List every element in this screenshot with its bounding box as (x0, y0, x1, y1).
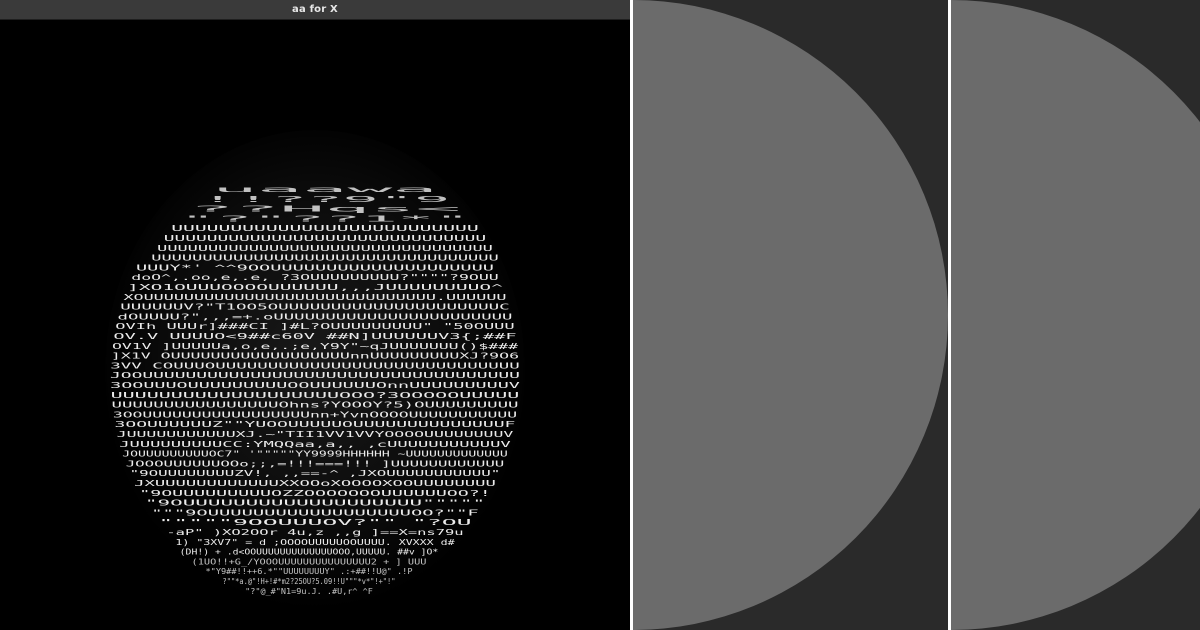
ascii-line: OVIh UUUr]###CI ]#L?OUUUUUUUUU" "50OUUU (115, 321, 515, 331)
right-panel-2 (951, 0, 1200, 630)
window-titlebar[interactable]: aa for X (0, 0, 630, 20)
ascii-art-canvas[interactable]: uaawa !!??9"9 ??Hqs< "?"??1*" UUUUUUUUUUUUUU… (0, 20, 630, 630)
ascii-line: UUUUUUV?"T1OO5OUUUUUUUUUUUUUUUUUUUUUC (120, 302, 510, 312)
ascii-line: UUUUUUUUUUUUUUUUUUUUUUUUUU (171, 223, 479, 233)
ascii-line: JUUUUUUUUUUUXJ.~"TII1VV1VVYOOOOUUUUUUUUV (117, 429, 514, 439)
right-panel-1 (633, 0, 948, 630)
ascii-line: "9OUUUUUUUUUUUUUUUUUUU""""" (145, 498, 485, 508)
ascii-line: "9OUUUUUUUUUOZZOOOOOOOUUUUUUOO?! (139, 488, 491, 498)
ascii-text-lines: uaawa!!??9"9??Hqs<"?"??1*"UUUUUUUUUUUUUU… (110, 184, 520, 596)
aa-window[interactable]: aa for X uaawa !!??9"9 ??Hqs< "?"??1*" UUUUU… (0, 0, 630, 630)
half-circle-graphic-2 (951, 0, 1200, 630)
ascii-line: JUUUUUUUUUCC:YMQQaa,a,, ,cUUUUUUUUUUUV (119, 439, 511, 449)
ascii-line: -aP" )XO2OOr 4u,z ,,g ]==X=ns79u (166, 527, 463, 537)
ascii-line: """9OUUUUUUUUUUUUUUUUUUOO?""F (151, 507, 479, 517)
ascii-line: 1) "3XV7" = d ;OOOOUUUUUOOUUUU. XVXXX d# (175, 537, 454, 547)
half-circle-graphic-1 (633, 0, 948, 630)
ascii-line: UUUUUUUUUUUUUUUUUUUUUUUUUUUUUUUUU (157, 243, 493, 253)
window-title: aa for X (292, 3, 338, 15)
half-circle-shape-1 (633, 0, 948, 630)
ascii-line: !!??9"9 (200, 194, 451, 204)
ascii-line: ??Hqs< (189, 204, 462, 214)
ascii-line: (1UO!!+G_/YOOOUUUUUUUUUUUUUUU2 + ] UUU (192, 556, 427, 566)
ascii-line: JOUUUUUUUUUOC7" '"""""YY9999HHHHHH ~UUUU… (122, 449, 508, 459)
ascii-line: uaawa (212, 184, 438, 194)
ascii-line: "?"??1*" (180, 213, 471, 223)
half-circle-shape-2 (951, 0, 1200, 630)
ascii-line: JXUUUUUUUUUUUUXXOOoXOOOOXOOUUUUUUUU (134, 478, 496, 488)
ascii-line: ?""*a.@"!H+!#*m2?25OU?5.09!!U"""*v*"!+"!… (223, 576, 396, 586)
ascii-line: 3OOUUUOUUUUUUUUUOOUUUUUUOnnUUUUUUUUUV (110, 380, 520, 390)
ascii-line: *"Y9##!!++6.*""UUUUUUUUY" .:+##!!U@" .!P (205, 566, 412, 576)
ascii-line: dOUUUU?",,,=+.oUUUUUUUUUUUUUUUUUUUUUUU (118, 311, 513, 321)
ascii-line: UUUY*' ^^9OOUUUUUUUUUUUUUUUUUUUU (136, 262, 494, 272)
ascii-art-portrait: uaawa!!??9"9??Hqs<"?"??1*"UUUUUUUUUUUUUU… (105, 130, 525, 610)
ascii-line: """""9OOUUUOV?"" "?OU (158, 517, 471, 527)
ascii-line: XOUUUUUUUUUUUUUUUUUUUUUUUUUUUUU.UUUUUU (123, 292, 506, 302)
ascii-line: OV1V ]UUUUUa,o,e,.;e,Y9Y"~qJUUUUUUU()$##… (112, 341, 518, 351)
ascii-line: UUUUUUUUUUUUUUUUUUUUUUUUUUUUUUUUUU (151, 253, 499, 263)
ascii-line: JOOOUUUUUUOOo;;,=!!!===!!! ]UUUUUUUUUUUU (126, 458, 505, 468)
ascii-line: UUUUUUUUUUUUUUUUOhns?YOOOY?5)OUUUUUUUUU (112, 400, 519, 410)
ascii-line: 3OOUUUUUUUUUUUUUUUUUnn+YvnOOOOUUUUUUUUUU… (113, 409, 517, 419)
ascii-line: OV.V UUUUO<9##c60V ##N]UUUUUUV3{;##F (113, 331, 516, 341)
desktop-screen: aa for X uaawa !!??9"9 ??Hqs< "?"??1*" UUUUU… (0, 0, 1200, 630)
ascii-line: ]X1V OUUUUUUUUUUUUUUUUUUnnUUUUUUUUUXJ?9O… (111, 351, 519, 361)
ascii-line: ]XO1OUUUOOOOUUUUUU,,,JUUUUUUUUO^ (127, 282, 503, 292)
ascii-line: UUUUUUUUUUUUUUUUUUUUUUUUUUUUUU (164, 233, 487, 243)
ascii-line: (DH!) + .d<OOUUUUUUUUUUUUUOOO,UUUUU. ##v… (180, 547, 439, 557)
ascii-line: "?"@_#"N1=9u.J. .#U,r^ ^F (245, 586, 373, 596)
ascii-line: JOOUUUUUUUUUUUUUUUUUUUUUUUUUUUUUUUUUUU (110, 370, 520, 380)
ascii-line: 3OOUUUUUUZ""YUOOUUUUUOUUUUUUUUUUUUUUF (115, 419, 516, 429)
ascii-line: UUUUUUUUUUUUUUUUUUUOOO?3OOOOOUUUUU (111, 390, 520, 400)
ascii-line: "9OUUUUUUUUZV!, ,,==-^ ,JXOUUUUUUUUUUU" (130, 468, 501, 478)
ascii-line: doO^,.oo,e,.e, ?3OUUUUUUUUU?""""?9OUU (131, 272, 499, 282)
ascii-line: 3VV COUUUOUUUUUUUUUUUUUUUUUUUUUUUUUUUUU (110, 360, 520, 370)
